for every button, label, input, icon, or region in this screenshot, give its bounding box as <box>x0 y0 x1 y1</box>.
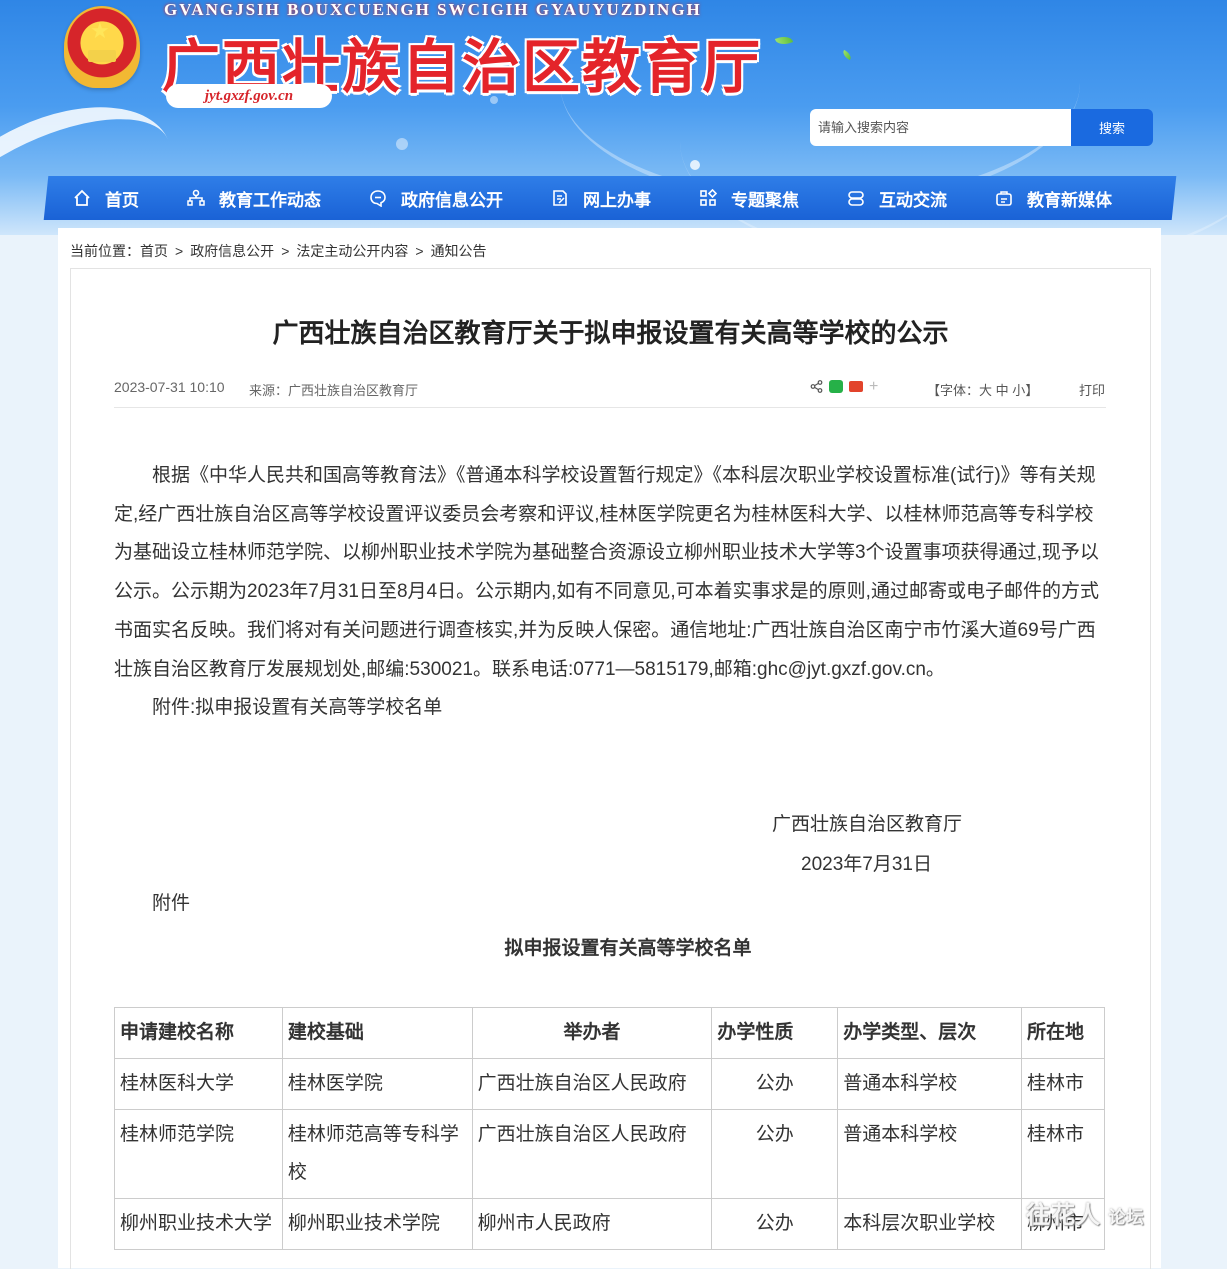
font-medium-button[interactable]: 中 <box>996 383 1009 398</box>
nav-label: 教育新媒体 <box>1027 190 1112 210</box>
watermark-main: 往花人 <box>1026 1202 1101 1229</box>
grid-icon <box>700 189 717 206</box>
chat-icon <box>370 190 386 207</box>
table-header: 所在地 <box>1021 1007 1105 1059</box>
print-button[interactable]: 打印 <box>1079 380 1105 399</box>
share-icon[interactable] <box>810 380 823 393</box>
national-emblem-logo: ★ <box>64 6 140 88</box>
table-cell: 柳州职业技术大学 <box>114 1198 283 1250</box>
appendix-label: 附件 <box>152 893 191 914</box>
table-header: 办学类型、层次 <box>837 1007 1023 1059</box>
table-cell: 公办 <box>711 1109 839 1199</box>
nav-label: 教育工作动态 <box>219 190 321 210</box>
more-share-icon[interactable]: + <box>869 379 878 395</box>
nav-label: 网上办事 <box>583 190 651 210</box>
search-input[interactable] <box>810 109 1071 146</box>
nav-item-special-topics[interactable]: 专题聚焦 <box>699 176 799 220</box>
breadcrumb-statutory[interactable]: 法定主动公开内容 <box>296 243 408 259</box>
nav-item-gov-info[interactable]: 政府信息公开 <box>369 176 503 220</box>
nav-item-home[interactable]: 首页 <box>73 176 139 220</box>
table-row: 桂林师范学院 桂林师范高等专科学校 广西壮族自治区人民政府 公办 普通本科学校 … <box>114 1109 1105 1199</box>
main-nav: 首页 教育工作动态 政府信息公开 网上办事 专题聚焦 互动交流 教育新媒体 <box>60 176 1170 220</box>
font-size-control: 【字体：大 中 小】 <box>927 380 1038 399</box>
table-cell: 桂林医科大学 <box>114 1058 283 1110</box>
table-row: 桂林医科大学 桂林医学院 广西壮族自治区人民政府 公办 普通本科学校 桂林市 <box>114 1058 1105 1110</box>
wechat-share-icon[interactable] <box>829 380 843 393</box>
nav-item-interaction[interactable]: 互动交流 <box>847 176 947 220</box>
table-cell: 普通本科学校 <box>837 1058 1023 1110</box>
site-subtitle: GVANGJSIH BOUXCUENGH SWCIGIH GYAUYUZDING… <box>164 0 702 19</box>
table-cell: 公办 <box>711 1058 839 1110</box>
table-cell: 广西壮族自治区人民政府 <box>471 1058 713 1110</box>
table-header: 建校基础 <box>281 1007 473 1059</box>
decor-bubble <box>396 138 408 150</box>
nav-item-work-news[interactable]: 教育工作动态 <box>187 176 321 220</box>
weibo-share-icon[interactable] <box>849 381 863 392</box>
org-icon <box>187 189 205 206</box>
breadcrumb-prefix: 当前位置： <box>70 243 140 259</box>
font-small-button[interactable]: 小 <box>1012 383 1025 398</box>
search-button[interactable]: 搜索 <box>1071 109 1153 146</box>
media-icon <box>996 191 1012 206</box>
article-meta: 2023-07-31 10:10 来源：广西壮族自治区教育厅 + 【字体：大 中… <box>114 379 1106 408</box>
nav-item-online-service[interactable]: 网上办事 <box>551 176 651 220</box>
article-source: 来源：广西壮族自治区教育厅 <box>249 383 419 398</box>
breadcrumb-notices[interactable]: 通知公告 <box>431 243 487 259</box>
nav-label: 首页 <box>105 190 139 210</box>
table-cell: 柳州职业技术学院 <box>281 1198 473 1250</box>
attachment-line[interactable]: 附件:拟申报设置有关高等学校名单 <box>114 689 1104 728</box>
decor-bubble <box>690 160 700 170</box>
font-large-button[interactable]: 大 <box>979 383 992 398</box>
table-header-row: 申请建校名称 建校基础 举办者 办学性质 办学类型、层次 所在地 <box>114 1007 1105 1059</box>
search-bar: 搜索 <box>810 109 1153 146</box>
font-size-label-close: 】 <box>1025 383 1039 398</box>
table-cell: 普通本科学校 <box>837 1109 1023 1199</box>
article-paragraph: 根据《中华人民共和国高等教育法》《普通本科学校设置暂行规定》《本科层次职业学校设… <box>114 465 1099 680</box>
home-icon <box>74 189 90 206</box>
watermark-small: 论坛 <box>1108 1208 1145 1227</box>
publish-date: 2023-07-31 10:10 <box>114 379 225 395</box>
table-header: 办学性质 <box>711 1007 839 1059</box>
breadcrumb-separator: > <box>175 243 184 259</box>
table-cell: 柳州市人民政府 <box>471 1198 713 1250</box>
article-title: 广西壮族自治区教育厅关于拟申报设置有关高等学校的公示 <box>272 318 949 348</box>
dialog-icon <box>848 191 864 206</box>
forum-watermark: 往花人 论坛 <box>1026 1195 1145 1230</box>
table-cell: 桂林医学院 <box>281 1058 473 1110</box>
table-cell: 桂林市 <box>1021 1058 1105 1110</box>
table-cell: 广西壮族自治区人民政府 <box>471 1109 713 1199</box>
gate-icon <box>88 50 116 62</box>
article: 广西壮族自治区教育厅关于拟申报设置有关高等学校的公示 2023-07-31 10… <box>70 268 1151 1269</box>
table-cell: 桂林市 <box>1021 1109 1105 1199</box>
font-size-label-open: 【字体： <box>927 383 980 398</box>
article-body: 根据《中华人民共和国高等教育法》《普通本科学校设置暂行规定》《本科层次职业学校设… <box>114 457 1104 728</box>
nav-label: 政府信息公开 <box>401 190 503 210</box>
edit-doc-icon <box>553 190 567 206</box>
nav-label: 互动交流 <box>879 190 947 210</box>
table-header: 申请建校名称 <box>114 1007 283 1059</box>
breadcrumb-home[interactable]: 首页 <box>140 243 168 259</box>
table-header: 举办者 <box>471 1007 713 1059</box>
nav-item-new-media[interactable]: 教育新媒体 <box>995 176 1112 220</box>
schools-table: 申请建校名称 建校基础 举办者 办学性质 办学类型、层次 所在地 桂林医科大学 … <box>114 1007 1105 1250</box>
list-title: 拟申报设置有关高等学校名单 <box>504 938 752 959</box>
breadcrumb-gov-info[interactable]: 政府信息公开 <box>190 243 274 259</box>
content-panel: 当前位置：首页 > 政府信息公开 > 法定主动公开内容 > 通知公告 广西壮族自治区教育厅关… <box>58 228 1161 1269</box>
breadcrumb-separator: > <box>281 243 290 259</box>
share-bar: + <box>810 379 878 395</box>
signature-date: 2023年7月31日 <box>801 854 932 875</box>
breadcrumb: 当前位置：首页 > 政府信息公开 > 法定主动公开内容 > 通知公告 <box>70 241 487 261</box>
table-cell: 本科层次职业学校 <box>837 1198 1023 1250</box>
star-icon: ★ <box>90 18 110 43</box>
table-cell: 公办 <box>711 1198 839 1250</box>
table-cell: 桂林师范学院 <box>114 1109 283 1199</box>
breadcrumb-separator: > <box>415 243 424 259</box>
signature-org: 广西壮族自治区教育厅 <box>772 814 963 835</box>
table-row: 柳州职业技术大学 柳州职业技术学院 柳州市人民政府 公办 本科层次职业学校 柳州… <box>114 1198 1105 1250</box>
site-url-badge[interactable]: jyt.gxzf.gov.cn <box>166 84 332 108</box>
table-cell: 桂林师范高等专科学校 <box>281 1109 473 1199</box>
nav-label: 专题聚焦 <box>731 190 799 210</box>
